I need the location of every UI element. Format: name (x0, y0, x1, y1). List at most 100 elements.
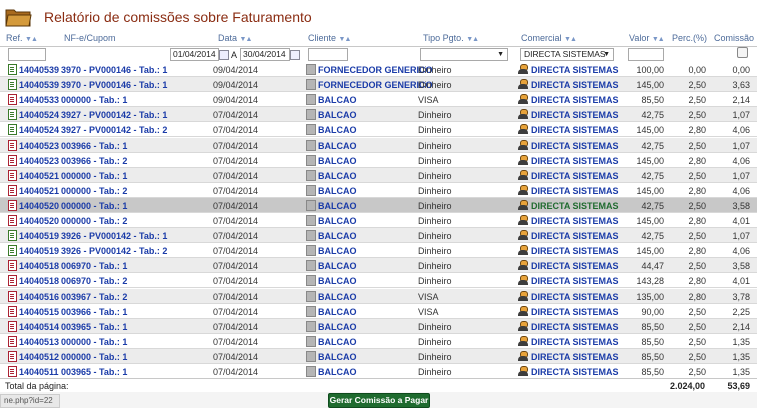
cliente-link[interactable]: BALCAO (318, 216, 357, 226)
nf-link[interactable]: 000000 - Tab.: 2 (61, 216, 127, 226)
table-row[interactable]: 14040539 3970 - PV000146 - Tab.: 1 09/04/2… (0, 77, 757, 93)
cliente-link[interactable]: BALCAO (318, 171, 357, 181)
document-icon[interactable] (8, 335, 17, 347)
ref-filter-input[interactable] (8, 48, 46, 61)
table-row[interactable]: 14040521 000000 - Tab.: 1 07/04/2014 BALCAO… (0, 167, 757, 183)
cliente-link[interactable]: BALCAO (318, 352, 357, 362)
ref-link[interactable]: 14040524 (19, 110, 59, 120)
cliente-link[interactable]: BALCAO (318, 261, 357, 271)
comercial-select[interactable]: DIRECTA SISTEMAS ▼ (520, 48, 614, 61)
comercial-link[interactable]: DIRECTA SISTEMAS (531, 261, 619, 271)
ref-link[interactable]: 14040519 (19, 246, 59, 256)
nf-link[interactable]: 006970 - Tab.: 2 (61, 276, 127, 286)
comercial-link[interactable]: DIRECTA SISTEMAS (531, 322, 619, 332)
document-icon[interactable] (8, 290, 17, 302)
table-row[interactable]: 14040539 3970 - PV000146 - Tab.: 1 09/04/2… (0, 62, 757, 77)
ref-link[interactable]: 14040514 (19, 322, 59, 332)
ref-link[interactable]: 14040533 (19, 95, 59, 105)
cliente-link[interactable]: BALCAO (318, 231, 357, 241)
nf-link[interactable]: 003966 - Tab.: 1 (61, 141, 127, 151)
document-icon[interactable] (8, 139, 17, 151)
document-icon[interactable] (8, 94, 17, 106)
ref-link[interactable]: 14040520 (19, 216, 59, 226)
nf-link[interactable]: 006970 - Tab.: 1 (61, 261, 127, 271)
cliente-link[interactable]: BALCAO (318, 156, 357, 166)
comercial-link[interactable]: DIRECTA SISTEMAS (531, 201, 619, 211)
ref-link[interactable]: 14040521 (19, 171, 59, 181)
client-icon[interactable] (306, 215, 316, 226)
client-icon[interactable] (306, 79, 316, 91)
ref-link[interactable]: 14040523 (19, 156, 59, 166)
ref-link[interactable]: 14040511 (19, 367, 59, 377)
client-icon[interactable] (306, 169, 316, 181)
nf-link[interactable]: 003967 - Tab.: 2 (61, 292, 127, 302)
comercial-link[interactable]: DIRECTA SISTEMAS (531, 171, 619, 181)
comercial-link[interactable]: DIRECTA SISTEMAS (531, 231, 619, 241)
calendar-icon[interactable] (219, 50, 229, 60)
ref-link[interactable]: 14040524 (19, 125, 59, 135)
document-icon[interactable] (8, 109, 17, 121)
document-icon[interactable] (8, 260, 17, 272)
table-row[interactable]: 14040524 3927 - PV000142 - Tab.: 1 07/04/2… (0, 107, 757, 123)
comercial-link[interactable]: DIRECTA SISTEMAS (531, 141, 619, 151)
client-icon[interactable] (306, 154, 316, 166)
document-icon[interactable] (8, 366, 17, 377)
generate-commission-button[interactable]: Gerar Comissão a Pagar (328, 393, 430, 408)
date-from-input[interactable]: 01/04/2014 (170, 48, 219, 61)
document-icon[interactable] (8, 169, 17, 181)
client-icon[interactable] (306, 260, 316, 272)
comercial-link[interactable]: DIRECTA SISTEMAS (531, 337, 619, 347)
table-row[interactable]: 14040516 003967 - Tab.: 2 07/04/2014 BALCAO… (0, 288, 757, 304)
ref-link[interactable]: 14040513 (19, 337, 59, 347)
nf-link[interactable]: 3926 - PV000142 - Tab.: 1 (61, 231, 167, 241)
client-icon[interactable] (306, 275, 316, 287)
comercial-link[interactable]: DIRECTA SISTEMAS (531, 352, 619, 362)
comercial-link[interactable]: DIRECTA SISTEMAS (531, 80, 619, 90)
cliente-link[interactable]: BALCAO (318, 322, 357, 332)
comercial-link[interactable]: DIRECTA SISTEMAS (531, 110, 619, 120)
document-icon[interactable] (8, 305, 17, 317)
table-row[interactable]: 14040515 003966 - Tab.: 1 07/04/2014 BALCAO… (0, 304, 757, 319)
nf-link[interactable]: 000000 - Tab.: 1 (61, 352, 127, 362)
table-row[interactable]: 14040523 003966 - Tab.: 1 07/04/2014 BALCAO… (0, 137, 757, 153)
document-icon[interactable] (8, 275, 17, 287)
client-icon[interactable] (306, 64, 316, 75)
cliente-link[interactable]: BALCAO (318, 201, 357, 211)
calendar-icon[interactable] (290, 50, 300, 60)
nf-link[interactable]: 3927 - PV000142 - Tab.: 1 (61, 110, 167, 120)
client-icon[interactable] (306, 184, 316, 196)
col-ref-header[interactable]: Ref. ▼▲ (6, 33, 38, 43)
table-row[interactable]: 14040520 000000 - Tab.: 1 07/04/2014 BALCAO… (0, 197, 757, 213)
cliente-link[interactable]: FORNECEDOR GENERICO (318, 65, 433, 75)
nf-link[interactable]: 000000 - Tab.: 1 (61, 95, 127, 105)
table-row[interactable]: 14040520 000000 - Tab.: 2 07/04/2014 BALCAO… (0, 213, 757, 228)
cliente-link[interactable]: FORNECEDOR GENERICO (318, 80, 433, 90)
document-icon[interactable] (8, 350, 17, 362)
cliente-link[interactable]: BALCAO (318, 186, 357, 196)
cliente-link[interactable]: BALCAO (318, 95, 357, 105)
ref-link[interactable]: 14040516 (19, 292, 59, 302)
document-icon[interactable] (8, 320, 17, 332)
nf-link[interactable]: 3926 - PV000142 - Tab.: 2 (61, 246, 167, 256)
ref-link[interactable]: 14040515 (19, 307, 59, 317)
comercial-link[interactable]: DIRECTA SISTEMAS (531, 246, 619, 256)
comercial-link[interactable]: DIRECTA SISTEMAS (531, 125, 619, 135)
table-row[interactable]: 14040519 3926 - PV000142 - Tab.: 1 07/04/2… (0, 228, 757, 244)
document-icon[interactable] (8, 184, 17, 196)
cliente-link[interactable]: BALCAO (318, 337, 357, 347)
document-icon[interactable] (8, 154, 17, 166)
nf-link[interactable]: 3970 - PV000146 - Tab.: 1 (61, 80, 167, 90)
cliente-link[interactable]: BALCAO (318, 307, 357, 317)
col-comissao-header[interactable]: Comissão (714, 33, 754, 43)
nf-link[interactable]: 000000 - Tab.: 2 (61, 186, 127, 196)
comercial-link[interactable]: DIRECTA SISTEMAS (531, 186, 619, 196)
ref-link[interactable]: 14040518 (19, 276, 59, 286)
ref-link[interactable]: 14040539 (19, 80, 59, 90)
select-all-checkbox[interactable] (737, 47, 748, 58)
cliente-filter-input[interactable] (308, 48, 348, 61)
comercial-link[interactable]: DIRECTA SISTEMAS (531, 307, 619, 317)
client-icon[interactable] (306, 139, 316, 151)
client-icon[interactable] (306, 335, 316, 347)
client-icon[interactable] (306, 320, 316, 332)
client-icon[interactable] (306, 350, 316, 362)
